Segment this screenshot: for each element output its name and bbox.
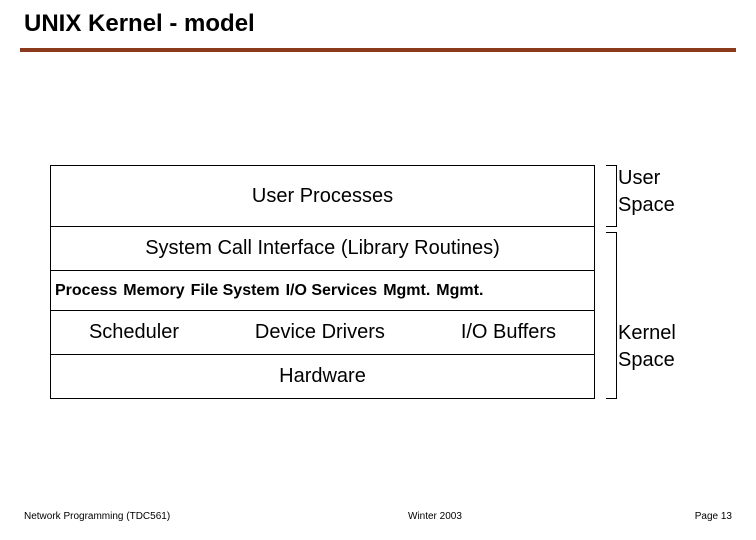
row-scheduler-drivers: Scheduler Device Drivers I/O Buffers [50, 311, 595, 355]
cell-io-services: I/O Services [286, 282, 378, 300]
label-kernel-space-line1: Kernel [618, 320, 676, 347]
footer: Network Programming (TDC561) Winter 2003… [0, 511, 756, 522]
row-user-processes: User Processes [50, 165, 595, 227]
cell-device-drivers: Device Drivers [255, 321, 385, 344]
title-underline [20, 48, 736, 52]
bracket-user-space [607, 165, 617, 227]
label-system-call-interface: System Call Interface (Library Routines) [145, 237, 500, 260]
row-system-call-interface: System Call Interface (Library Routines) [50, 227, 595, 271]
label-kernel-space: Kernel Space [618, 320, 676, 374]
bracket-kernel-space [607, 232, 617, 399]
row-management-modules: Process Memory File System I/O Services … [50, 271, 595, 311]
cell-io-buffers: I/O Buffers [461, 321, 556, 344]
cell-process: Process [55, 282, 117, 300]
footer-left: Network Programming (TDC561) [24, 511, 170, 522]
label-user-space-line2: Space [618, 192, 675, 219]
diagram: User Processes System Call Interface (Li… [50, 165, 595, 399]
label-user-space-line1: User [618, 165, 675, 192]
cell-mgmt-1: Mgmt. [383, 282, 430, 300]
footer-right: Page 13 [695, 511, 732, 522]
cell-scheduler: Scheduler [89, 321, 179, 344]
row-hardware: Hardware [50, 355, 595, 399]
cell-mgmt-2: Mgmt. [436, 282, 483, 300]
label-hardware: Hardware [279, 365, 366, 388]
label-user-space: User Space [618, 165, 675, 219]
cell-filesystem: File System [191, 282, 280, 300]
footer-mid: Winter 2003 [408, 511, 462, 522]
page-title: UNIX Kernel - model [24, 10, 756, 38]
cell-memory: Memory [123, 282, 184, 300]
label-user-processes: User Processes [252, 185, 393, 208]
label-kernel-space-line2: Space [618, 347, 676, 374]
